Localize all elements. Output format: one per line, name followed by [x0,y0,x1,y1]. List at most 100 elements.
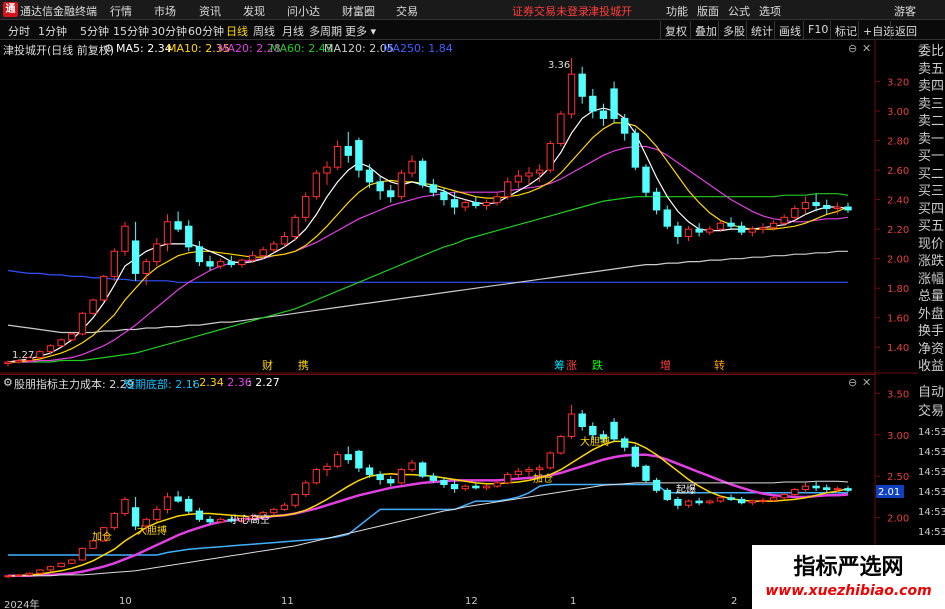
quote-row-12: 涨跌 [918,254,945,269]
sub-candle-body [546,452,554,469]
sub-candle-body [695,500,703,504]
candle-body [621,117,629,134]
y-tick-label: 2.00 [887,255,909,266]
candle-body [429,184,438,193]
sub-candle-body [408,462,416,471]
sub-candle-body [4,575,12,578]
candle-body [748,228,756,233]
sub-candle-body [780,493,788,499]
sub-candle-body [344,454,352,461]
candle-body [482,202,491,207]
candle-body [57,339,65,347]
candle-body [376,181,384,192]
quote-row-11: 现价 [918,236,945,252]
tick-time-5: 14:53 [918,527,945,538]
sub-candle-body [706,500,714,504]
sub-y-tick-label: 3.00 [887,431,909,442]
event-mark-rise[interactable]: 涨 [566,359,577,372]
sub-candle-body [333,454,342,467]
high-price-label: 3.36 [548,60,570,71]
candle-body [695,228,703,233]
y-tick-label: 3.00 [887,107,909,118]
auto-trade-label-2[interactable]: 交易 [918,402,945,421]
candle-body [642,166,650,193]
candle-body [472,202,480,207]
candle-body [46,345,55,353]
x-axis: 2024年 10 11 12 1 2 [0,596,752,609]
candle-body [599,110,608,119]
sub-candle-body [737,498,746,504]
sub-candle-body [652,479,661,491]
candle-body [684,228,693,238]
y-tick-label: 1.60 [887,314,909,325]
sub-candle-body [25,572,33,576]
event-mark-finance[interactable]: 财 [262,358,273,372]
ma-lines [7,107,849,363]
candle-body [663,209,671,227]
sub-candle-body [727,497,735,500]
candle-body [216,261,225,267]
candle-body [142,261,150,274]
x-label-nov: 11 [281,596,294,607]
event-mark-carry[interactable]: 携 [298,358,309,372]
sub-candle-body [195,510,204,520]
quote-row-1: 卖五 [918,61,945,77]
candle-body [674,225,682,238]
sub-candle-body [791,488,799,495]
sub-candle-body [514,470,523,476]
sub-candle-body [14,574,23,577]
sub-candle-body [397,469,406,484]
sub-candle-body [270,508,278,514]
sub-candle-body [769,497,778,501]
candle-body [355,140,363,171]
sub-candle-body [716,497,725,502]
candle-body [461,202,469,208]
auto-trade-label-1[interactable]: 自动 [918,383,945,402]
ma60-line [8,193,849,363]
sub-candle-body [801,485,810,490]
quote-row-4: 卖二 [918,114,945,129]
sub-candle-body [461,485,469,490]
sub-candle-body [759,499,767,502]
candle-body [174,221,182,230]
event-mark-increase[interactable]: 增 [660,358,671,372]
quote-row-0: 委比 [918,44,945,59]
y-tick-label: 1.40 [887,343,909,354]
sub-candle-body [387,479,395,484]
sub-candle-body [153,508,161,520]
y-tick-label: 2.20 [887,225,909,236]
candle-body [567,73,576,115]
sub-candle-body [535,467,544,471]
sub-candle-body [525,469,533,472]
candle-body [525,172,533,177]
event-mark-chips[interactable]: 筹 [554,358,565,372]
sub-candle-body [631,446,640,467]
sub-y-tick-label: 3.50 [887,389,909,400]
candle-body [227,261,235,266]
quote-row-18: 收益 [918,359,945,374]
current-value-text: 2.01 [878,487,900,498]
y-tick-label: 2.60 [887,166,909,177]
candle-body [280,236,289,245]
candle-body [589,95,597,112]
sub-candle-body [355,450,363,469]
candle-body [291,216,299,238]
sub-candle-body [429,475,438,481]
candle-body [801,202,810,209]
sub-candle-body [131,507,140,527]
sub-candle-body [163,496,172,510]
quote-row-15: 外盘 [918,306,945,322]
kline-chart[interactable]: 3.20 3.00 2.80 2.60 2.40 2.20 2.00 1.80 1.60 1.40… [0,0,918,596]
candle-body [716,222,725,230]
y-tick-label: 3.20 [887,78,909,89]
sub-candle-body [621,438,629,448]
candle-body [769,222,778,229]
candle-body [812,202,820,207]
event-mark-convert[interactable]: 转 [714,358,725,372]
event-mark-fall[interactable]: 跌 [592,358,603,372]
x-label-feb: 2 [731,596,738,607]
sub-candle-body [302,482,310,495]
quote-row-3: 卖三 [918,96,945,112]
quote-row-7: 买二 [918,166,945,182]
candle-body [440,191,448,201]
